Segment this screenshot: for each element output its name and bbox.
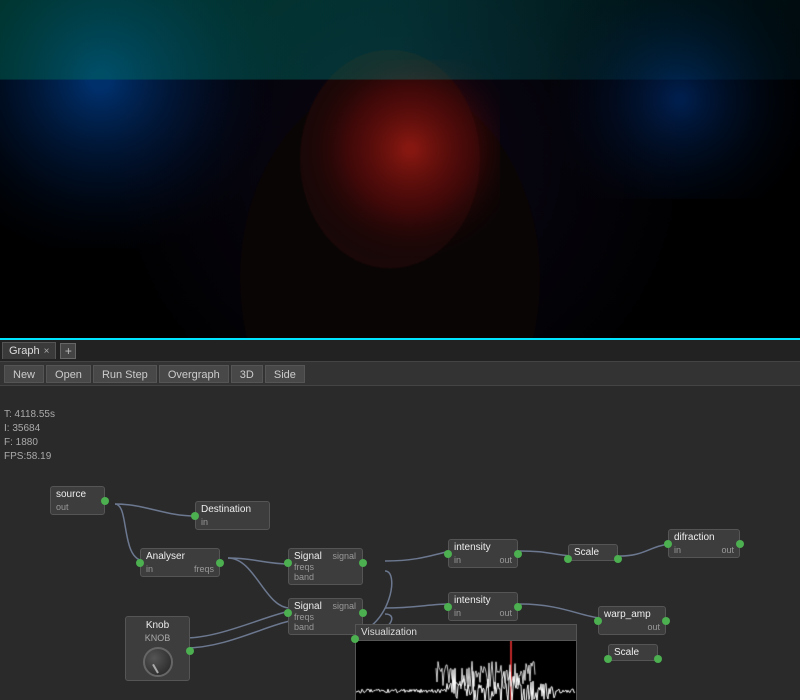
- destination-in-port[interactable]: [191, 512, 199, 520]
- difraction-node-title: difraction: [674, 532, 734, 543]
- knob-node[interactable]: Knob KNOB: [125, 616, 190, 681]
- knob-sublabel: KNOB: [129, 633, 186, 643]
- difraction-out-port[interactable]: [736, 540, 744, 548]
- warp-amp-node[interactable]: warp_amp out: [598, 606, 666, 635]
- scale1-out-port[interactable]: [614, 555, 622, 563]
- scale2-out-port[interactable]: [654, 655, 662, 663]
- scale1-in-port[interactable]: [564, 555, 572, 563]
- graph-panel: Graph × + New Open Run Step Overgraph 3D…: [0, 340, 800, 700]
- overgraph-button[interactable]: Overgraph: [159, 365, 229, 383]
- knob-visual[interactable]: [143, 647, 173, 677]
- video-preview: [0, 0, 800, 340]
- analyser-in-port[interactable]: [136, 559, 144, 567]
- intensity1-node[interactable]: intensity in out: [448, 539, 518, 568]
- graph-canvas[interactable]: source out Destination in Analyser in fr…: [0, 386, 800, 700]
- destination-node[interactable]: Destination in: [195, 501, 270, 530]
- signal1-node[interactable]: Signal freqs band signal: [288, 548, 363, 585]
- signal1-out-port[interactable]: [359, 559, 367, 567]
- intensity1-out-port[interactable]: [514, 550, 522, 558]
- signal2-in-port[interactable]: [284, 609, 292, 617]
- knob-indicator: [152, 664, 159, 674]
- knob-out-port[interactable]: [186, 647, 194, 655]
- signal2-node[interactable]: Signal freqs band signal: [288, 598, 363, 635]
- source-node[interactable]: source out: [50, 486, 105, 515]
- analyser-freqs-port[interactable]: [216, 559, 224, 567]
- warp-amp-node-title: warp_amp: [604, 609, 660, 620]
- visualization-node-title: Visualization: [361, 627, 417, 638]
- intensity1-in-port[interactable]: [444, 550, 452, 558]
- graph-tab[interactable]: Graph ×: [2, 342, 56, 359]
- intensity2-out-port[interactable]: [514, 603, 522, 611]
- side-button[interactable]: Side: [265, 365, 305, 383]
- scale2-node[interactable]: Scale: [608, 644, 658, 661]
- intensity1-node-title: intensity: [454, 542, 512, 553]
- preview-canvas: [0, 0, 800, 338]
- scale2-node-title: Scale: [614, 647, 652, 658]
- open-button[interactable]: Open: [46, 365, 91, 383]
- run-step-button[interactable]: Run Step: [93, 365, 157, 383]
- scale1-node[interactable]: Scale: [568, 544, 618, 561]
- visualization-node[interactable]: Visualization: [355, 624, 577, 700]
- visualization-in-port[interactable]: [351, 635, 359, 643]
- signal2-out-port[interactable]: [359, 609, 367, 617]
- difraction-in-port[interactable]: [664, 540, 672, 548]
- analyser-node[interactable]: Analyser in freqs: [140, 548, 220, 577]
- intensity2-in-port[interactable]: [444, 603, 452, 611]
- scale2-in-port[interactable]: [604, 655, 612, 663]
- analyser-node-title: Analyser: [146, 551, 214, 562]
- close-icon[interactable]: ×: [44, 346, 50, 357]
- graph-tab-bar: Graph × +: [0, 340, 800, 362]
- knob-node-title: Knob: [129, 620, 186, 631]
- warp-amp-out-port[interactable]: [662, 617, 670, 625]
- graph-tab-label: Graph: [9, 345, 40, 357]
- new-button[interactable]: New: [4, 365, 44, 383]
- signal1-in-port[interactable]: [284, 559, 292, 567]
- intensity2-node[interactable]: intensity in out: [448, 592, 518, 621]
- intensity2-node-title: intensity: [454, 595, 512, 606]
- scale1-node-title: Scale: [574, 547, 612, 558]
- 3d-button[interactable]: 3D: [231, 365, 263, 383]
- source-out-port[interactable]: [101, 497, 109, 505]
- warp-amp-in-port[interactable]: [594, 617, 602, 625]
- graph-toolbar: New Open Run Step Overgraph 3D Side: [0, 362, 800, 386]
- source-node-title: source: [56, 489, 99, 500]
- add-tab-button[interactable]: +: [60, 343, 76, 359]
- difraction-node[interactable]: difraction in out: [668, 529, 740, 558]
- destination-node-title: Destination: [201, 504, 264, 515]
- visualization-canvas: [356, 641, 576, 700]
